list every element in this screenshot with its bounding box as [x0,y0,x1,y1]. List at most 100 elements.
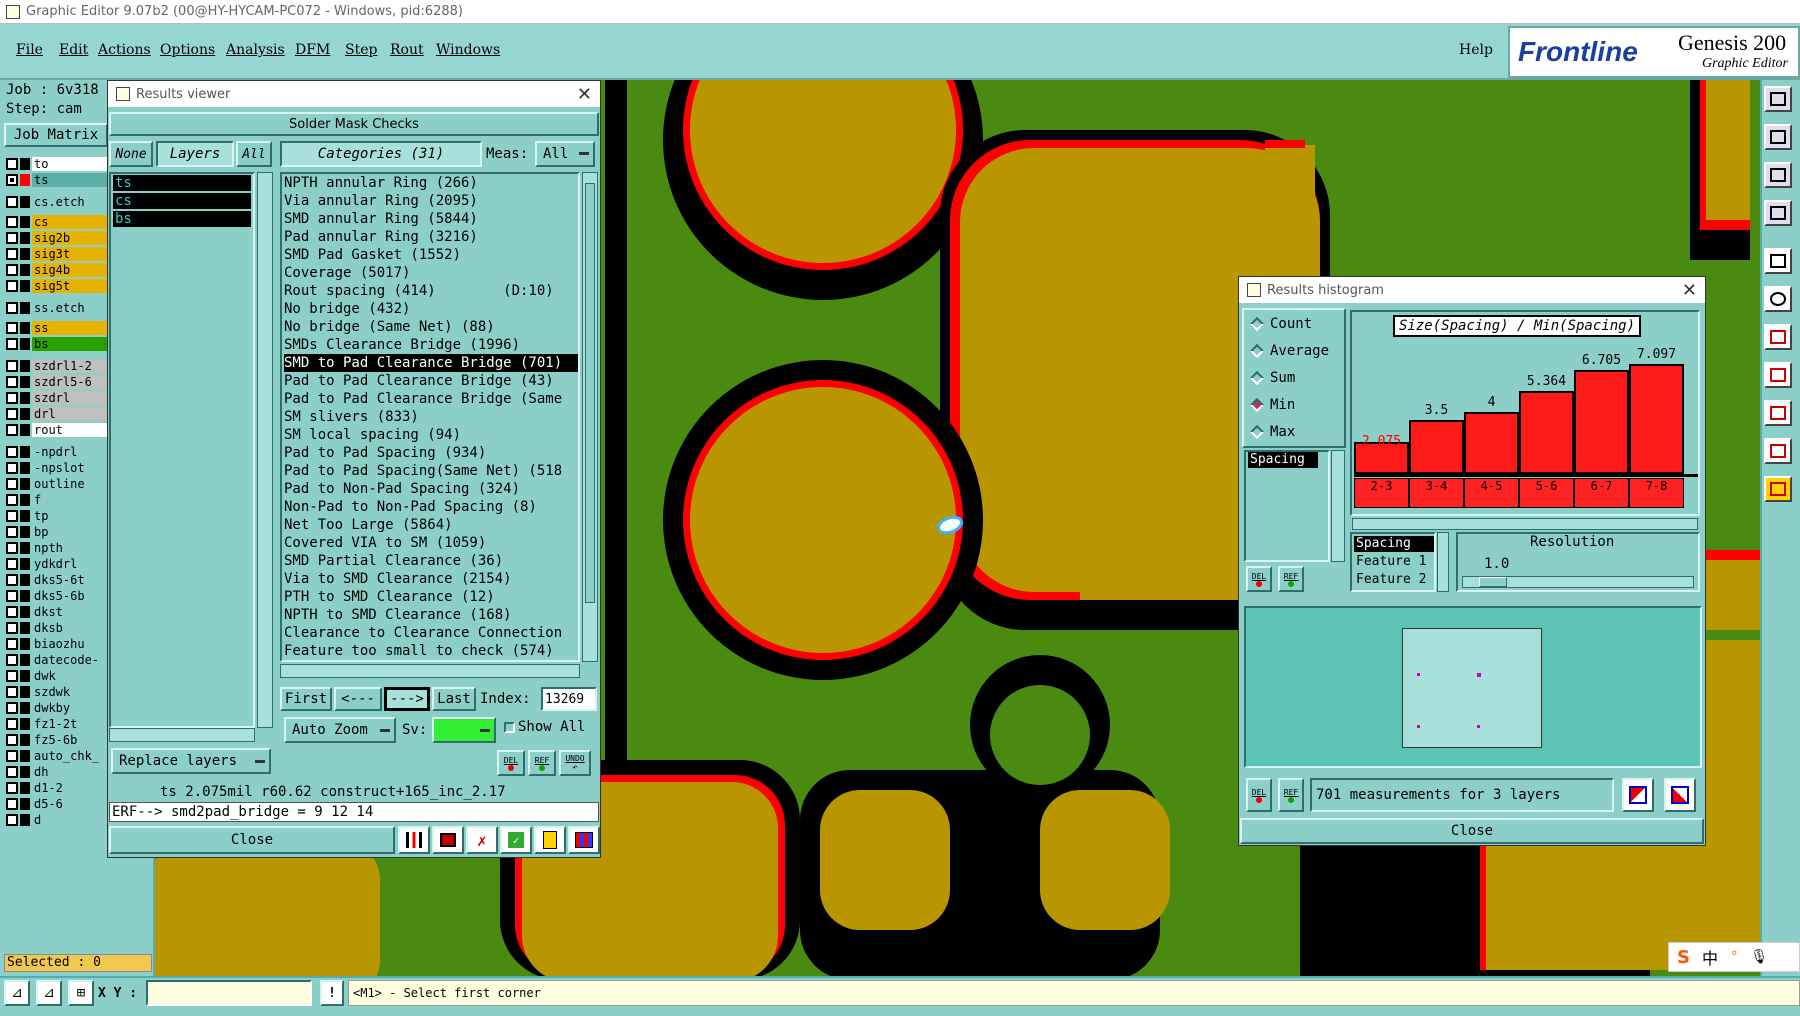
sv-color-dropdown[interactable] [432,717,496,743]
triangle-tool[interactable] [1764,438,1792,464]
category-item[interactable]: No bridge (Same Net) (88) [284,318,578,336]
category-item[interactable]: PTH to SMD Clearance (12) [284,588,578,606]
rv-layer-hscrollbar[interactable] [109,728,255,742]
layer-checkbox[interactable] [6,158,18,170]
layer-checkbox[interactable] [6,376,18,388]
category-item[interactable]: No bridge (432) [284,300,578,318]
close-icon[interactable]: ✕ [577,84,592,105]
layer-row-cs.etch[interactable]: cs.etch [6,194,108,210]
category-item[interactable]: Non-Pad to Non-Pad Spacing (8) [284,498,578,516]
check-icon-button[interactable]: ✓ [500,826,532,854]
layer-row-dks5-6t[interactable]: dks5-6t [6,572,108,588]
xy-input[interactable] [146,980,312,1006]
chart-hscrollbar[interactable] [1352,518,1698,530]
layer-row-bp[interactable]: bp [6,524,108,540]
mode-radio-count[interactable]: Count [1249,316,1312,332]
delete-icon-button[interactable]: ✗ [466,826,498,854]
grid-tool-button[interactable]: ⊞ [68,980,94,1006]
layer-row-dwkby[interactable]: dwkby [6,700,108,716]
layer-checkbox[interactable] [6,654,18,666]
histogram-icon-button[interactable] [398,826,430,854]
layer-row-drl[interactable]: drl [6,406,108,422]
export-icon-button[interactable] [1622,778,1654,812]
layer-checkbox[interactable] [6,526,18,538]
layer-checkbox[interactable] [6,338,18,350]
alert-button[interactable]: ! [320,980,344,1006]
layer-row-d1-2[interactable]: d1-2 [6,780,108,796]
layer-checkbox[interactable] [6,248,18,260]
layer-checkbox[interactable] [6,750,18,762]
layer-checkbox[interactable] [6,392,18,404]
results-close-button[interactable]: Close [109,826,395,854]
mode-radio-min[interactable]: Min [1249,397,1295,413]
hist-ref-button-2[interactable]: REF [1278,778,1304,812]
show-all-checkbox[interactable] [504,722,515,733]
stop-icon-button[interactable] [432,826,464,854]
layer-row-sig3t[interactable]: sig3t [6,246,108,262]
layer-row--npdrl[interactable]: -npdrl [6,444,108,460]
undo-button[interactable]: UNDO ↶ [559,750,591,776]
layer-row-d[interactable]: d [6,812,108,828]
layer-row-rout[interactable]: rout [6,422,108,438]
chart-icon-button[interactable] [568,826,600,854]
layer-row-ts[interactable]: ts [6,172,108,188]
snap-tool[interactable] [1764,400,1792,426]
layer-row-sig5t[interactable]: sig5t [6,278,108,294]
mode-radio-max[interactable]: Max [1249,424,1295,440]
histogram-close-button[interactable]: Close [1240,818,1704,844]
layer-checkbox[interactable] [6,446,18,458]
layer-row--npslot[interactable]: -npslot [6,460,108,476]
layer-checkbox[interactable] [6,216,18,228]
category-item[interactable]: SMD Pad Gasket (1552) [284,246,578,264]
resolution-slider-thumb[interactable] [1479,577,1507,587]
first-button[interactable]: First [280,687,332,711]
category-item[interactable]: SMD annular Ring (5844) [284,210,578,228]
layer-row-auto_chk_[interactable]: auto_chk_ [6,748,108,764]
layer-checkbox[interactable] [6,302,18,314]
index-field[interactable]: 13269 [541,687,597,711]
hist-del-button[interactable]: DEL [1246,566,1272,592]
layer-row-ydkdrl[interactable]: ydkdrl [6,556,108,572]
layer-row-szdwk[interactable]: szdwk [6,684,108,700]
category-item[interactable]: Pad to Pad Spacing(Same Net) (518 [284,462,578,480]
layer-checkbox[interactable] [6,510,18,522]
ime-toolbar[interactable]: S 中 ° 🎙 [1668,942,1800,972]
layer-row-szdrl5-6[interactable]: szdrl5-6 [6,374,108,390]
layer-checkbox[interactable] [6,360,18,372]
layer-row-outline[interactable]: outline [6,476,108,492]
layer-row-szdrl[interactable]: szdrl [6,390,108,406]
category-item[interactable]: Rout spacing (414) (D:10) [284,282,578,300]
axis-item[interactable]: Feature 2 [1354,572,1428,588]
category-item[interactable]: Pad annular Ring (3216) [284,228,578,246]
menu-analysis[interactable]: Analysis [226,42,285,58]
layer-checkbox[interactable] [6,264,18,276]
report-icon-button[interactable] [534,826,566,854]
category-item[interactable]: Clearance to Clearance Connection [284,624,578,642]
menu-edit[interactable]: Edit [59,42,88,58]
layer-checkbox[interactable] [6,606,18,618]
layer-checkbox[interactable] [6,670,18,682]
layer-checkbox[interactable] [6,478,18,490]
category-item[interactable]: SM local spacing (94) [284,426,578,444]
layer-checkbox[interactable] [6,542,18,554]
layer-row-sig2b[interactable]: sig2b [6,230,108,246]
axis-item[interactable]: Spacing [1354,536,1434,552]
category-item[interactable]: Pad to Pad Spacing (934) [284,444,578,462]
layer-row-datecode-[interactable]: datecode- [6,652,108,668]
rv-layer-item[interactable]: ts [113,175,251,191]
layer-row-biaozhu[interactable]: biaozhu [6,636,108,652]
layer-checkbox[interactable] [6,196,18,208]
layer-checkbox[interactable] [6,702,18,714]
close-icon[interactable]: ✕ [1682,280,1697,301]
layer-checkbox[interactable] [6,734,18,746]
category-item[interactable]: Net Too Large (5864) [284,516,578,534]
category-item[interactable]: Pad to Pad Clearance Bridge (43) [284,372,578,390]
category-item[interactable]: SMDs Clearance Bridge (1996) [284,336,578,354]
rv-layer-item[interactable]: cs [113,193,251,209]
layer-checkbox[interactable] [6,558,18,570]
measure-item-spacing[interactable]: Spacing [1248,452,1318,468]
last-button[interactable]: Last [432,687,476,711]
menu-options[interactable]: Options [160,42,215,58]
layer-checkbox[interactable] [6,782,18,794]
layer-checkbox[interactable] [6,322,18,334]
